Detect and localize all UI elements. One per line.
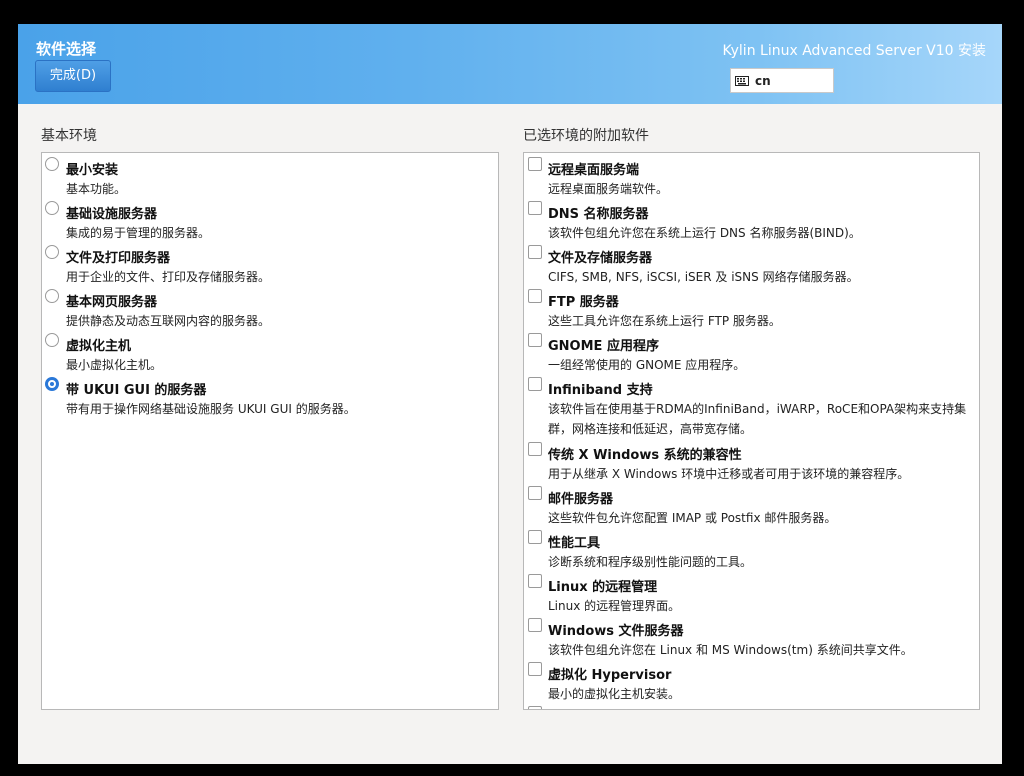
addon-desc: 远程桌面服务端软件。 [548, 182, 669, 196]
addon-desc: 该软件旨在使用基于RDMA的InfiniBand，iWARP，RoCE和OPA架… [548, 402, 967, 436]
addon-checkbox[interactable] [528, 157, 542, 171]
env-desc: 基本功能。 [66, 182, 127, 196]
addon-checkbox[interactable] [528, 530, 542, 544]
addon-name: FTP 服务器 [548, 295, 619, 310]
env-radio[interactable] [45, 245, 59, 259]
addon-name: Linux 的远程管理 [548, 580, 658, 595]
env-radio-selected[interactable] [45, 377, 59, 391]
keyboard-layout-label: cn [755, 73, 771, 88]
env-name: 虚拟化主机 [66, 339, 132, 354]
env-desc: 用于企业的文件、打印及存储服务器。 [66, 270, 271, 284]
addon-name: 虚拟化 Hypervisor [548, 668, 672, 683]
env-radio[interactable] [45, 289, 59, 303]
addon-name: 文件及存储服务器 [548, 251, 653, 266]
addon-desc: 最小的虚拟化主机安装。 [548, 687, 681, 701]
env-name: 带 UKUI GUI 的服务器 [66, 383, 207, 398]
env-radio[interactable] [45, 157, 59, 171]
addon-checkbox[interactable] [528, 377, 542, 391]
addon-desc: CIFS, SMB, NFS, iSCSI, iSER 及 iSNS 网络存储服… [548, 270, 859, 284]
addon-checkbox[interactable] [528, 245, 542, 259]
addon-desc: 这些软件包允许您配置 IMAP 或 Postfix 邮件服务器。 [548, 511, 837, 525]
addon-name: 性能工具 [548, 536, 601, 551]
addon-desc: 该软件包组允许您在 Linux 和 MS Windows(tm) 系统间共享文件… [548, 643, 913, 657]
addon-desc: 该软件包组允许您在系统上运行 DNS 名称服务器(BIND)。 [548, 226, 861, 240]
env-radio[interactable] [45, 333, 59, 347]
env-desc: 提供静态及动态互联网内容的服务器。 [66, 314, 271, 328]
addon-checkbox[interactable] [528, 442, 542, 456]
env-desc: 带有用于操作网络基础设施服务 UKUI GUI 的服务器。 [66, 402, 356, 416]
env-name: 最小安装 [66, 163, 119, 178]
addon-name: GNOME 应用程序 [548, 339, 659, 354]
addon-checkbox[interactable] [528, 574, 542, 588]
done-button[interactable]: 完成(D) [35, 60, 111, 92]
page-title: 软件选择 [36, 40, 97, 58]
addons-label: 已选环境的附加软件 [523, 128, 649, 144]
env-name: 基础设施服务器 [66, 207, 158, 222]
env-name: 基本网页服务器 [66, 295, 158, 310]
addon-name: 邮件服务器 [548, 492, 614, 507]
env-name: 文件及打印服务器 [66, 251, 171, 266]
env-desc: 集成的易于管理的服务器。 [66, 226, 211, 240]
env-radio[interactable] [45, 201, 59, 215]
addon-desc: Linux 的远程管理界面。 [548, 599, 681, 613]
addon-checkbox[interactable] [528, 706, 542, 709]
base-environment-label: 基本环境 [41, 128, 97, 144]
addon-checkbox[interactable] [528, 662, 542, 676]
addon-name: Infiniband 支持 [548, 383, 653, 398]
addon-checkbox[interactable] [528, 289, 542, 303]
addon-name: 传统 X Windows 系统的兼容性 [548, 448, 742, 463]
base-environment-list: 最小安装 基本功能。 基础设施服务器 集成的易于管理的服务器。 文件及打印服务器… [41, 152, 499, 710]
addon-checkbox[interactable] [528, 618, 542, 632]
addon-checkbox[interactable] [528, 333, 542, 347]
product-title: Kylin Linux Advanced Server V10 安装 [722, 43, 986, 59]
addon-desc: 一组经常使用的 GNOME 应用程序。 [548, 358, 746, 372]
env-desc: 最小虚拟化主机。 [66, 358, 163, 372]
addon-name: Windows 文件服务器 [548, 624, 684, 639]
addon-list[interactable]: 远程桌面服务端 远程桌面服务端软件。 DNS 名称服务器 该软件包组允许您在系统… [523, 152, 980, 710]
header-bar: 软件选择 完成(D) Kylin Linux Advanced Server V… [18, 24, 1002, 104]
keyboard-layout-indicator[interactable]: cn [730, 68, 834, 93]
installer-window: 软件选择 完成(D) Kylin Linux Advanced Server V… [18, 24, 1002, 764]
keyboard-icon [735, 75, 749, 86]
addon-name: 远程桌面服务端 [548, 163, 640, 178]
addon-desc: 用于从继承 X Windows 环境中迁移或者可用于该环境的兼容程序。 [548, 467, 910, 481]
addon-checkbox[interactable] [528, 201, 542, 215]
addon-desc: 诊断系统和程序级别性能问题的工具。 [548, 555, 753, 569]
addon-checkbox[interactable] [528, 486, 542, 500]
addon-name: DNS 名称服务器 [548, 207, 649, 222]
addon-desc: 这些工具允许您在系统上运行 FTP 服务器。 [548, 314, 781, 328]
